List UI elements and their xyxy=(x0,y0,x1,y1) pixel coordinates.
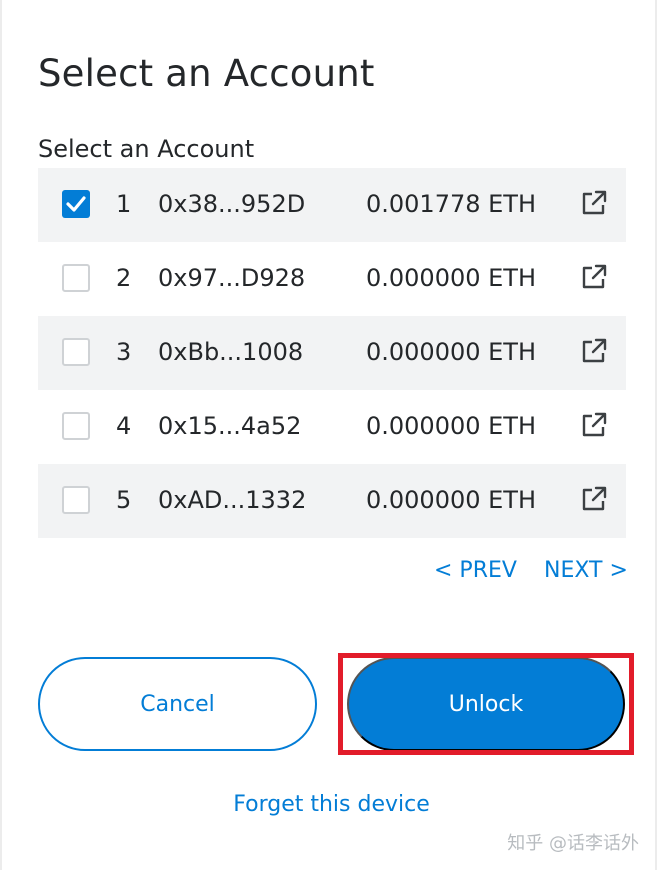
prev-page-link[interactable]: < PREV xyxy=(434,558,517,583)
external-link-icon[interactable] xyxy=(579,336,609,366)
account-index: 3 xyxy=(116,338,132,366)
account-index: 4 xyxy=(116,412,132,440)
checkmark-icon xyxy=(66,196,86,212)
account-row[interactable]: 4 0x15...4a52 0.000000 ETH xyxy=(38,390,626,464)
next-page-link[interactable]: NEXT > xyxy=(544,558,628,583)
page-title: Select an Account xyxy=(38,52,375,95)
select-account-page: Select an Account Select an Account 1 0x… xyxy=(0,0,657,870)
account-address: 0xAD...1332 xyxy=(158,486,307,514)
cancel-button[interactable]: Cancel xyxy=(38,657,317,751)
external-link-icon[interactable] xyxy=(579,262,609,292)
external-link-icon[interactable] xyxy=(579,188,609,218)
account-balance: 0.000000 ETH xyxy=(365,264,536,292)
account-list: 1 0x38...952D 0.001778 ETH 2 0x97...D928… xyxy=(38,168,626,538)
account-checkbox[interactable] xyxy=(62,486,90,514)
account-index: 2 xyxy=(116,264,132,292)
external-link-icon[interactable] xyxy=(579,484,609,514)
account-address: 0x38...952D xyxy=(158,190,306,218)
account-address: 0x15...4a52 xyxy=(158,412,302,440)
account-row[interactable]: 2 0x97...D928 0.000000 ETH xyxy=(38,242,626,316)
unlock-button[interactable]: Unlock xyxy=(347,657,625,751)
forget-device-label[interactable]: Forget this device xyxy=(233,792,430,817)
forget-device-link: Forget this device xyxy=(0,792,657,817)
account-checkbox[interactable] xyxy=(62,338,90,366)
account-checkbox[interactable] xyxy=(62,190,90,218)
account-index: 1 xyxy=(116,190,132,218)
account-checkbox[interactable] xyxy=(62,412,90,440)
account-balance: 0.001778 ETH xyxy=(365,190,536,218)
account-row[interactable]: 1 0x38...952D 0.001778 ETH xyxy=(38,168,626,242)
account-list-label: Select an Account xyxy=(38,135,255,163)
account-balance: 0.000000 ETH xyxy=(365,486,536,514)
account-row[interactable]: 3 0xBb...1008 0.000000 ETH xyxy=(38,316,626,390)
account-row[interactable]: 5 0xAD...1332 0.000000 ETH xyxy=(38,464,626,538)
account-balance: 0.000000 ETH xyxy=(365,338,536,366)
account-address: 0xBb...1008 xyxy=(158,338,304,366)
account-checkbox[interactable] xyxy=(62,264,90,292)
account-address: 0x97...D928 xyxy=(158,264,306,292)
account-index: 5 xyxy=(116,486,132,514)
account-balance: 0.000000 ETH xyxy=(365,412,536,440)
watermark: 知乎 @话李话外 xyxy=(507,833,639,854)
external-link-icon[interactable] xyxy=(579,410,609,440)
